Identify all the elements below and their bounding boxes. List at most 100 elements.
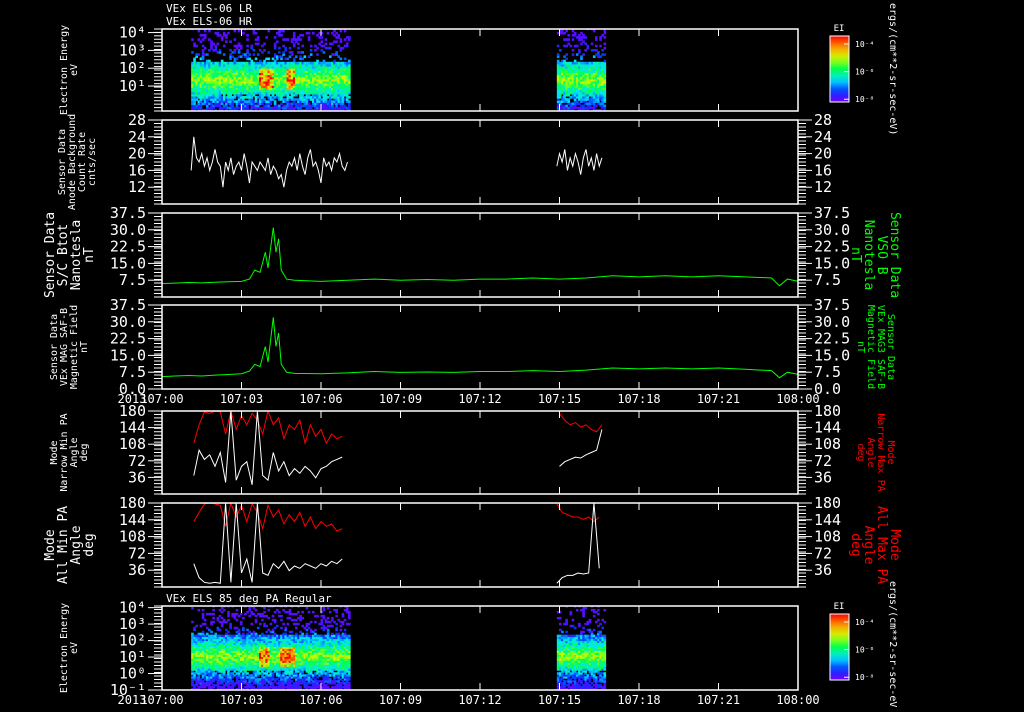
- spectrogram-cell: [263, 607, 266, 609]
- spectrogram-cell: [335, 51, 338, 54]
- spectrogram-cell: [280, 619, 283, 621]
- spectrogram-cell: [282, 30, 285, 33]
- series-line-0: [162, 228, 798, 286]
- y-tick-label-right: 36: [814, 561, 832, 579]
- y-tick-label-right: 72: [814, 452, 832, 470]
- spectrogram-cell: [198, 30, 201, 33]
- spectrogram-cell: [219, 629, 222, 631]
- spectrogram-cell: [301, 34, 304, 37]
- spectrogram-cell: [276, 625, 279, 627]
- spectrogram-cell: [308, 611, 311, 613]
- spectrogram-cell: [191, 38, 194, 41]
- spectrogram-cell: [323, 615, 326, 617]
- spectrogram-cell: [223, 53, 226, 56]
- spectrogram-cell: [274, 36, 277, 39]
- spectrogram-cell: [236, 619, 239, 621]
- spectrogram-cell: [340, 58, 343, 61]
- y-tick-label: 10¹: [119, 77, 146, 95]
- y-axis-label-right-line: deg: [855, 443, 866, 461]
- spectrogram-cell: [299, 38, 302, 41]
- spectrogram-cell: [595, 36, 598, 39]
- spectrogram-cell: [587, 45, 590, 48]
- series-line-0: [191, 137, 347, 187]
- panel-background-rate: 28282424202016161212Sensor DataAnode Bac…: [57, 111, 832, 210]
- spectrogram-cell: [248, 53, 251, 56]
- y-axis-label: Sensor DataS/C BtotNanoteslanT: [43, 212, 97, 298]
- spectrogram-cell: [344, 58, 347, 61]
- spectrogram-cell: [574, 32, 577, 35]
- spectrogram-cell: [323, 51, 326, 54]
- y-tick-label: 36: [128, 468, 146, 486]
- y-tick-label-right: 15.0: [814, 254, 850, 272]
- y-tick-label-right: 22.5: [814, 330, 850, 348]
- y-tick-label: 10³: [119, 41, 146, 59]
- y-axis-label: Sensor DataAnode BackgroundCount Ratecnt…: [57, 114, 98, 210]
- spectrogram-cell: [229, 623, 232, 625]
- y-tick-label: 144: [119, 511, 146, 529]
- spectrogram-cell: [301, 611, 304, 613]
- spectrogram-cell: [293, 32, 296, 35]
- x-tick-label: 107:09: [379, 392, 422, 406]
- series-line-0: [557, 149, 602, 174]
- spectrogram-cell: [348, 36, 351, 39]
- spectrogram-cell: [603, 30, 606, 33]
- spectrogram-cell: [198, 53, 201, 56]
- spectrogram-cell: [312, 32, 315, 35]
- y-tick-label: 24: [128, 128, 146, 146]
- spectrogram-cell: [191, 51, 194, 54]
- y-tick-label: 108: [119, 528, 146, 546]
- spectrogram-cell: [316, 47, 319, 50]
- spectrogram-cell: [289, 609, 292, 611]
- spectrogram-cell: [599, 45, 602, 48]
- spectrogram-cell: [212, 617, 215, 619]
- panel-spectrogram-85deg: 10⁴10³10²10¹10⁰10⁻¹Electron EnergyeV2013…: [59, 599, 820, 707]
- spectrogram-cell: [335, 40, 338, 43]
- spectrogram-cell: [570, 45, 573, 48]
- spectrogram-cell: [323, 607, 326, 609]
- spectrogram-cell: [204, 34, 207, 37]
- y-tick-label: 10⁴: [119, 24, 146, 42]
- data-layer: [162, 317, 798, 377]
- spectrogram-cell: [227, 32, 230, 35]
- panel-frame: [162, 503, 798, 587]
- spectrogram-cell: [278, 51, 281, 54]
- x-tick-label: 107:03: [220, 392, 263, 406]
- spectrogram-cell: [270, 623, 273, 625]
- spectrogram-cell: [297, 623, 300, 625]
- spectrogram-cell: [227, 619, 230, 621]
- panel-frame: [162, 305, 798, 389]
- spectrogram-cell: [227, 631, 230, 633]
- spectrogram-cell: [202, 631, 205, 633]
- spectrogram-cell: [251, 45, 254, 48]
- data-layer: [191, 605, 606, 690]
- spectrogram-cell: [340, 30, 343, 33]
- y-tick-label-right: 7.5: [814, 271, 841, 289]
- spectrogram-cell: [287, 38, 290, 41]
- y-tick-label: 37.5: [110, 204, 146, 222]
- spectrogram-cell: [272, 615, 275, 617]
- spectrogram-cell: [295, 55, 298, 58]
- panel-bfield-total: 37.537.530.030.022.522.515.015.07.57.5Se…: [43, 204, 902, 298]
- spectrogram-cell: [227, 611, 230, 613]
- spectrogram-cell: [240, 45, 243, 48]
- spectrogram-cell: [204, 619, 207, 621]
- series-line-1: [560, 429, 602, 466]
- spectrogram-cell: [240, 613, 243, 615]
- spectrogram-cell: [263, 611, 266, 613]
- y-tick-label: 20: [128, 145, 146, 163]
- y-tick-label: 7.5: [119, 363, 146, 381]
- spectrogram-cell: [310, 49, 313, 52]
- spectrogram-cell: [255, 609, 258, 611]
- y-tick-label: 72: [128, 452, 146, 470]
- spectrogram-cell: [259, 623, 262, 625]
- spectrogram-cell: [557, 53, 560, 56]
- spectrogram-cell: [348, 60, 351, 63]
- y-tick-label: 108: [119, 435, 146, 453]
- y-tick-label-right: 108: [814, 528, 841, 546]
- y-axis-label: ModeAll Min PAAngledeg: [43, 506, 97, 584]
- spectrogram-cell: [278, 611, 281, 613]
- spectrogram-cell: [238, 629, 241, 631]
- y-tick-label: 7.5: [119, 271, 146, 289]
- y-tick-label-right: 30.0: [814, 221, 850, 239]
- y-tick-label-right: 12: [814, 178, 832, 196]
